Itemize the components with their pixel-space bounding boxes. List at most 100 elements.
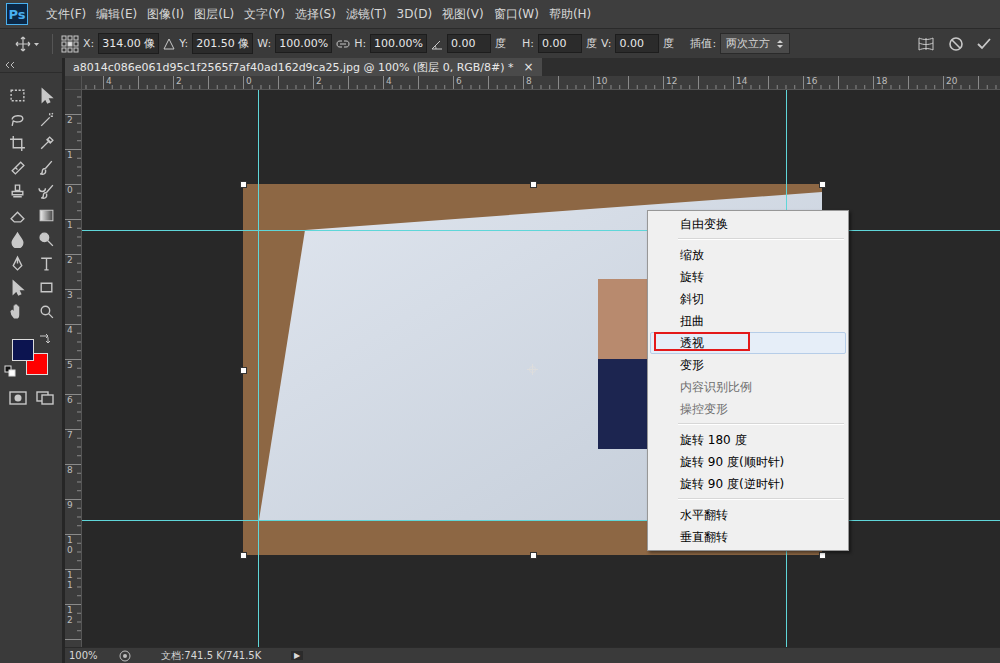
ruler-label: 6 [67, 396, 76, 406]
tool-button[interactable] [3, 131, 32, 155]
horizontal-ruler[interactable]: 4202468101214161820 [82, 76, 1000, 90]
tool-button[interactable] [3, 83, 32, 107]
context-menu-item[interactable]: 扭曲 [650, 310, 846, 332]
menu-bar-item[interactable]: 窗口(W) [490, 6, 543, 23]
tool-button[interactable] [3, 179, 32, 203]
menu-bar-item[interactable]: 文件(F) [42, 6, 90, 23]
move-tool-icon [38, 87, 55, 104]
transform-handle[interactable] [530, 181, 537, 188]
tool-button[interactable] [32, 83, 61, 107]
toolbar-grip[interactable] [0, 58, 62, 73]
tool-button[interactable] [3, 299, 32, 323]
zoom-field[interactable]: 100% [69, 650, 109, 661]
menu-bar-item[interactable]: 3D(D) [393, 7, 436, 21]
relative-position-icon[interactable] [163, 38, 175, 50]
v-skew-field[interactable]: 0.00 [615, 34, 659, 53]
tab-close-button[interactable]: × [524, 60, 534, 74]
tool-button[interactable] [32, 227, 61, 251]
tool-button[interactable] [32, 179, 61, 203]
h-skew-field[interactable]: 0.00 [538, 34, 582, 53]
menu-bar-item[interactable]: 帮助(H) [545, 6, 595, 23]
guide-line[interactable] [82, 520, 1000, 521]
h-field[interactable]: 100.00% [370, 34, 427, 53]
menu-bar-item[interactable]: 图像(I) [143, 6, 188, 23]
w-field[interactable]: 100.00% [275, 34, 332, 53]
menu-bar-item[interactable]: 文字(Y) [240, 6, 289, 23]
history-brush-icon [38, 183, 55, 200]
transform-handle[interactable] [240, 367, 247, 374]
v-skew-label: V: [601, 37, 611, 50]
tool-button[interactable] [32, 131, 61, 155]
tool-button[interactable] [3, 227, 32, 251]
status-menu-button[interactable]: ▶ [291, 651, 303, 660]
tool-button[interactable] [32, 251, 61, 275]
x-field[interactable]: 314.00 像 [98, 33, 159, 54]
tool-button[interactable] [3, 203, 32, 227]
menu-separator [678, 238, 844, 240]
cancel-icon[interactable] [948, 36, 964, 52]
menu-bar-item[interactable]: 视图(V) [438, 6, 488, 23]
transform-handle[interactable] [240, 552, 247, 559]
tool-button[interactable] [3, 155, 32, 179]
menu-bar-item[interactable]: 滤镜(T) [342, 6, 391, 23]
link-icon[interactable] [336, 38, 350, 50]
context-menu-item[interactable]: 水平翻转 [650, 504, 846, 526]
ruler-label: 2 [176, 76, 182, 86]
tool-button[interactable] [32, 203, 61, 227]
foreground-color-swatch[interactable] [12, 339, 34, 361]
angle-field[interactable]: 0.00 [447, 34, 491, 53]
commit-icon[interactable] [976, 36, 992, 52]
menu-bar-item[interactable]: 选择(S) [291, 6, 340, 23]
swap-colors-icon[interactable] [38, 333, 50, 345]
app-logo[interactable]: Ps [6, 3, 28, 25]
vertical-ruler[interactable]: 210123456789101112 [65, 90, 82, 647]
document-tab[interactable]: a8014c086e061d95c1f2565f7af40ad162d9ca25… [65, 58, 542, 76]
context-menu-item[interactable]: 缩放 [650, 244, 846, 266]
document-size: 文档:741.5 K/741.5K [161, 649, 281, 663]
context-menu-item[interactable]: 透视 [650, 332, 846, 354]
tool-button[interactable] [3, 107, 32, 131]
context-menu-item[interactable]: 自由变换 [650, 213, 846, 235]
reference-point-icon[interactable] [61, 35, 79, 53]
status-info-icon[interactable] [119, 650, 131, 662]
transform-handle[interactable] [240, 181, 247, 188]
options-separator [52, 34, 53, 54]
context-menu-item[interactable]: 旋转 90 度(顺时针) [650, 451, 846, 473]
warp-mode-icon[interactable] [916, 35, 936, 53]
guide-line[interactable] [82, 230, 1000, 231]
tool-button[interactable] [32, 275, 61, 299]
tool-button[interactable] [32, 107, 61, 131]
tool-button[interactable] [32, 155, 61, 179]
ruler-origin[interactable] [65, 76, 82, 90]
magic-wand-icon [38, 111, 55, 128]
tool-button[interactable] [32, 299, 61, 323]
context-menu-item[interactable]: 旋转 180 度 [650, 429, 846, 451]
transform-handle[interactable] [819, 181, 826, 188]
context-menu-item[interactable]: 斜切 [650, 288, 846, 310]
ruler-label: 1 [67, 221, 76, 231]
quick-mask-icon[interactable] [9, 391, 27, 405]
ruler-label: 12 [67, 606, 76, 626]
transform-handle[interactable] [819, 552, 826, 559]
y-field[interactable]: 201.50 像 [192, 33, 253, 54]
menu-bar-item[interactable]: 编辑(E) [92, 6, 141, 23]
tool-button[interactable] [3, 251, 32, 275]
menu-separator [678, 498, 844, 500]
guide-line[interactable] [258, 90, 259, 647]
menu-bar-item[interactable]: 图层(L) [190, 6, 238, 23]
context-menu-item[interactable]: 垂直翻转 [650, 526, 846, 548]
tool-preset-picker[interactable] [10, 35, 44, 53]
context-menu-item[interactable]: 旋转 90 度(逆时针) [650, 473, 846, 495]
reference-point-icon[interactable] [527, 364, 538, 375]
transform-handle[interactable] [530, 552, 537, 559]
h-skew-label: H: [522, 37, 534, 50]
ruler-label: 8 [526, 76, 532, 86]
screen-mode-icon[interactable] [36, 391, 54, 405]
tool-button[interactable] [3, 275, 32, 299]
interpolation-dropdown[interactable]: 两次立方 [720, 33, 790, 54]
ruler-label: 5 [67, 361, 76, 371]
canvas[interactable]: 自由变换 缩放 旋转 斜切 扭曲 透视 变形 内容识别比例 操控变形 旋转 18… [82, 90, 1000, 647]
context-menu-item[interactable]: 旋转 [650, 266, 846, 288]
default-colors-icon[interactable] [4, 365, 16, 377]
context-menu-item[interactable]: 变形 [650, 354, 846, 376]
